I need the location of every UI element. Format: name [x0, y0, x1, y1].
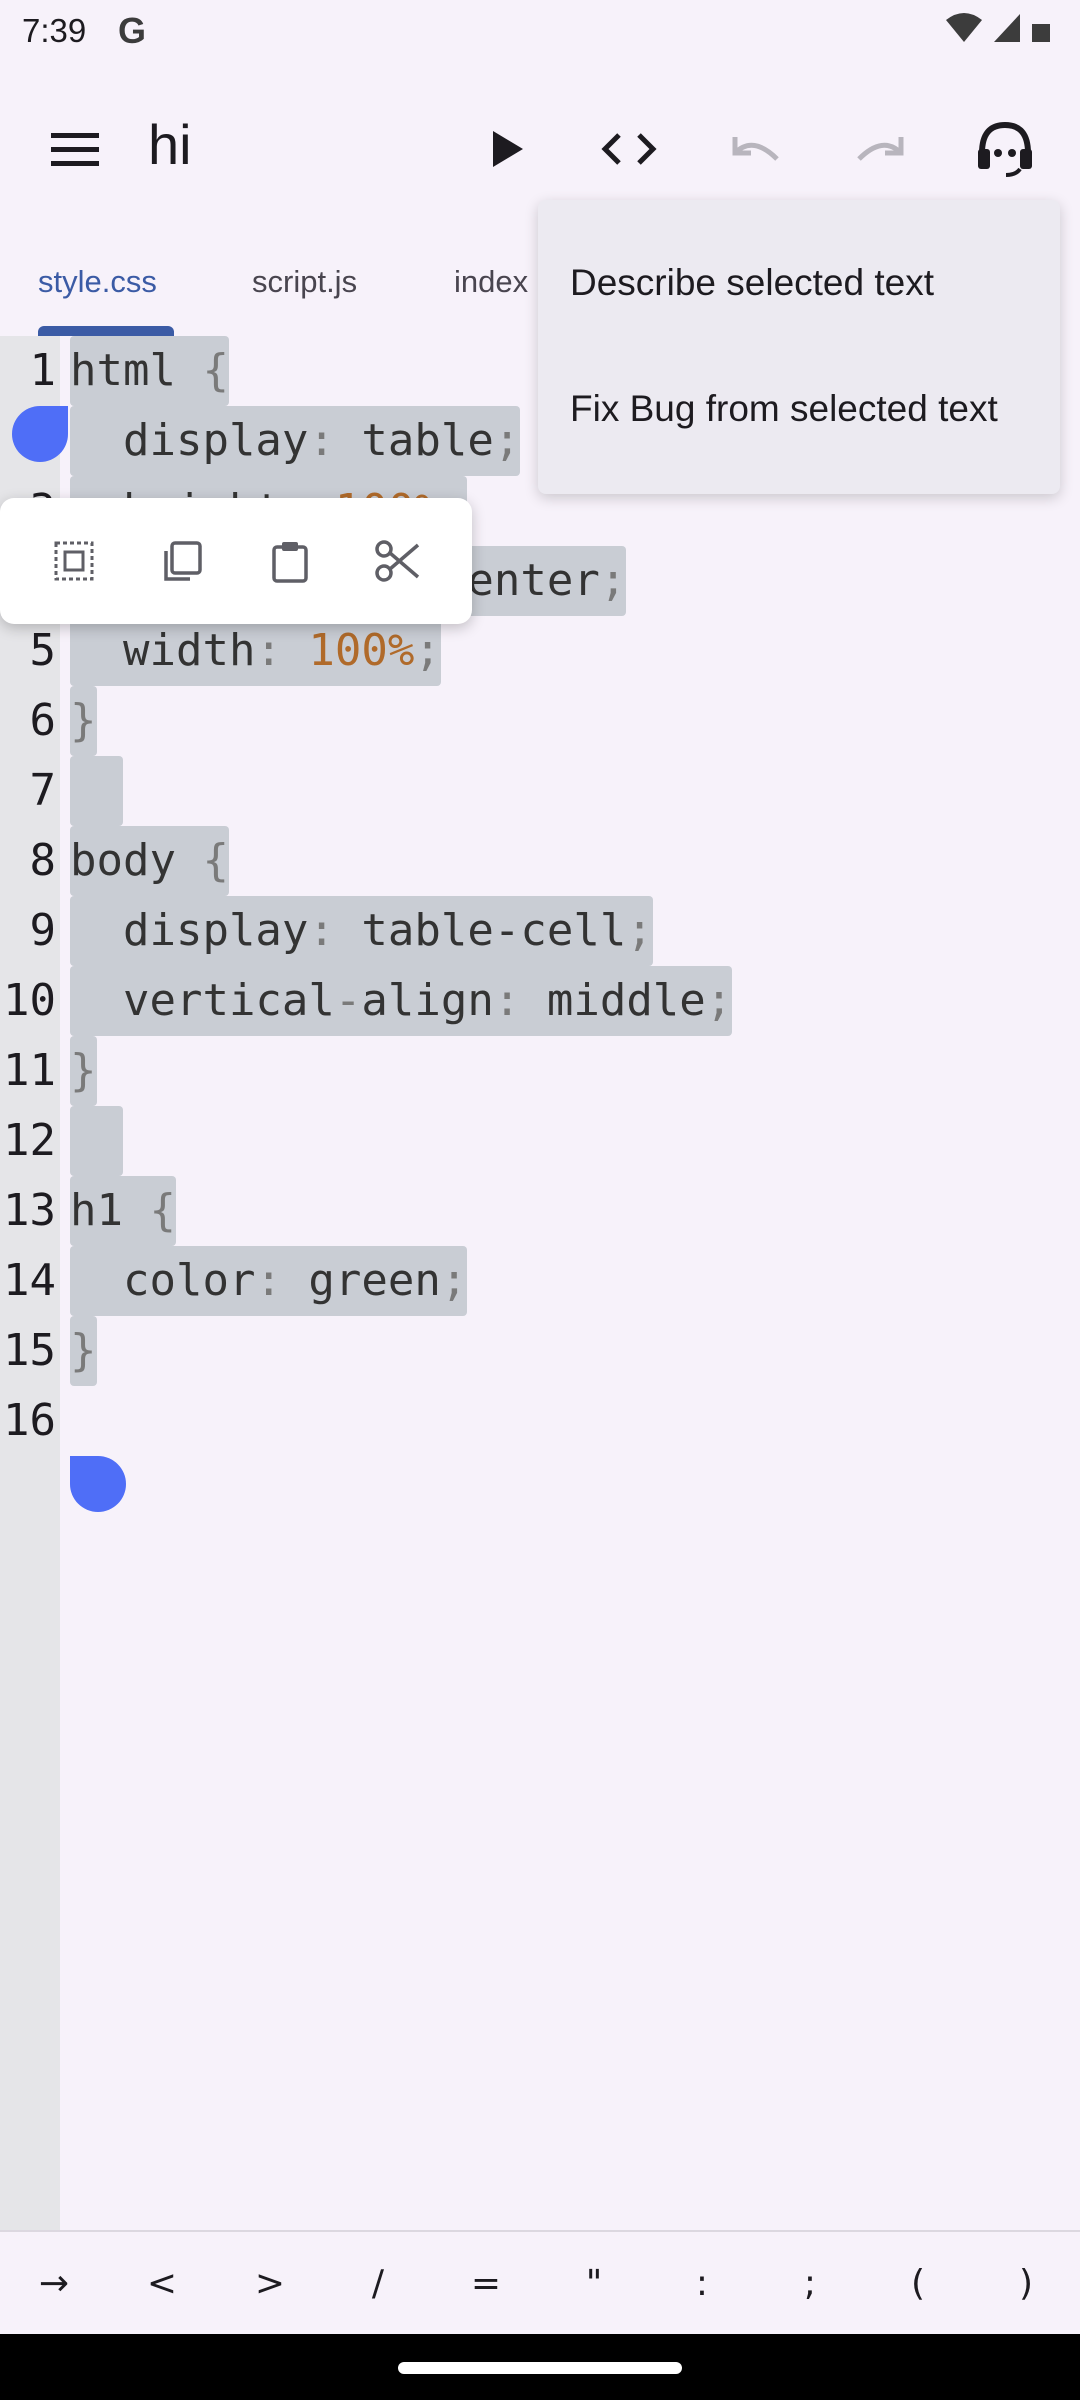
undo-icon[interactable] [718, 112, 792, 186]
code-line[interactable]: 7 [0, 756, 1080, 826]
code-line[interactable]: 5 width: 100%; [0, 616, 1080, 686]
code-icon[interactable] [592, 112, 666, 186]
code-line[interactable]: 11} [0, 1036, 1080, 1106]
line-number: 5 [29, 625, 57, 676]
symbol-key[interactable]: = [432, 2232, 540, 2334]
line-number: 8 [29, 835, 57, 886]
code-line[interactable]: 16 [0, 1386, 1080, 1456]
tab-script-js[interactable]: script.js [252, 264, 357, 300]
code-text: html { [70, 336, 229, 406]
line-number: 1 [29, 345, 57, 396]
line-number: 16 [3, 1395, 56, 1446]
line-number: 15 [3, 1325, 56, 1376]
active-tab-indicator [38, 326, 174, 336]
code-text: } [70, 1036, 97, 1106]
menu-icon[interactable] [38, 112, 112, 186]
line-number: 13 [3, 1185, 56, 1236]
code-text: display: table; [70, 406, 521, 476]
home-gesture-pill[interactable] [398, 2362, 682, 2374]
symbol-key[interactable]: ; [756, 2232, 864, 2334]
selection-start-handle[interactable] [12, 406, 68, 462]
code-text: h1 { [70, 1176, 176, 1246]
code-text: color: green; [70, 1246, 468, 1316]
code-line[interactable]: 6} [0, 686, 1080, 756]
navigation-bar [0, 2334, 1080, 2400]
code-line[interactable]: 9 display: table-cell; [0, 896, 1080, 966]
wifi-icon [946, 13, 982, 42]
code-line[interactable]: 13 h1 { [0, 1176, 1080, 1246]
redo-icon[interactable] [844, 112, 918, 186]
symbol-key[interactable]: > [216, 2232, 324, 2334]
code-line[interactable]: 12 [0, 1106, 1080, 1176]
line-number: 6 [29, 695, 57, 746]
status-icons [944, 12, 1052, 44]
symbol-key[interactable]: " [540, 2232, 648, 2334]
code-line[interactable]: 10 vertical-align: middle; [0, 966, 1080, 1036]
symbol-key[interactable]: / [324, 2232, 432, 2334]
code-text: body { [70, 826, 229, 896]
project-title: hi [148, 113, 192, 176]
symbol-key[interactable]: < [108, 2232, 216, 2334]
selection-end-handle[interactable] [70, 1456, 126, 1512]
run-icon[interactable] [470, 112, 544, 186]
code-text: } [70, 1316, 97, 1386]
status-bar: 7:39 G [0, 0, 1080, 66]
signal-icon [994, 14, 1020, 42]
code-text [70, 1106, 123, 1176]
line-number: 14 [3, 1255, 56, 1306]
symbol-key[interactable]: ( [864, 2232, 972, 2334]
status-time: 7:39 [22, 12, 87, 49]
menu-item-describe[interactable]: Describe selected text [570, 262, 934, 304]
code-text: } [70, 686, 97, 756]
symbol-key[interactable]: ) [972, 2232, 1080, 2334]
line-number: 10 [3, 975, 56, 1026]
tab-style-css[interactable]: style.css [38, 264, 157, 300]
symbol-keys-bar: → < > / = ":;() [0, 2230, 1080, 2334]
cut-icon[interactable] [358, 521, 438, 601]
line-number: 12 [3, 1115, 56, 1166]
symbol-key[interactable]: : [648, 2232, 756, 2334]
ai-assistant-icon[interactable] [968, 112, 1042, 186]
code-text [70, 756, 123, 826]
symbol-key[interactable]: → [0, 2232, 108, 2334]
code-text: display: table-cell; [70, 896, 653, 966]
text-selection-toolbar [0, 498, 472, 624]
line-number: 11 [3, 1045, 56, 1096]
copy-icon[interactable] [142, 521, 222, 601]
tab-index[interactable]: index [454, 264, 528, 300]
code-line[interactable]: 14 color: green; [0, 1246, 1080, 1316]
selection-ai-menu: Describe selected text Fix Bug from sele… [538, 200, 1060, 494]
code-line[interactable]: 8 body { [0, 826, 1080, 896]
paste-icon[interactable] [250, 521, 330, 601]
line-number: 9 [29, 905, 57, 956]
google-icon: G [118, 10, 147, 51]
menu-item-fix-bug[interactable]: Fix Bug from selected text [570, 388, 998, 430]
battery-icon [1032, 24, 1050, 42]
line-number: 7 [29, 765, 57, 816]
select-all-icon[interactable] [34, 521, 114, 601]
code-text: width: 100%; [70, 616, 441, 686]
code-line[interactable]: 15} [0, 1316, 1080, 1386]
code-text: vertical-align: middle; [70, 966, 733, 1036]
